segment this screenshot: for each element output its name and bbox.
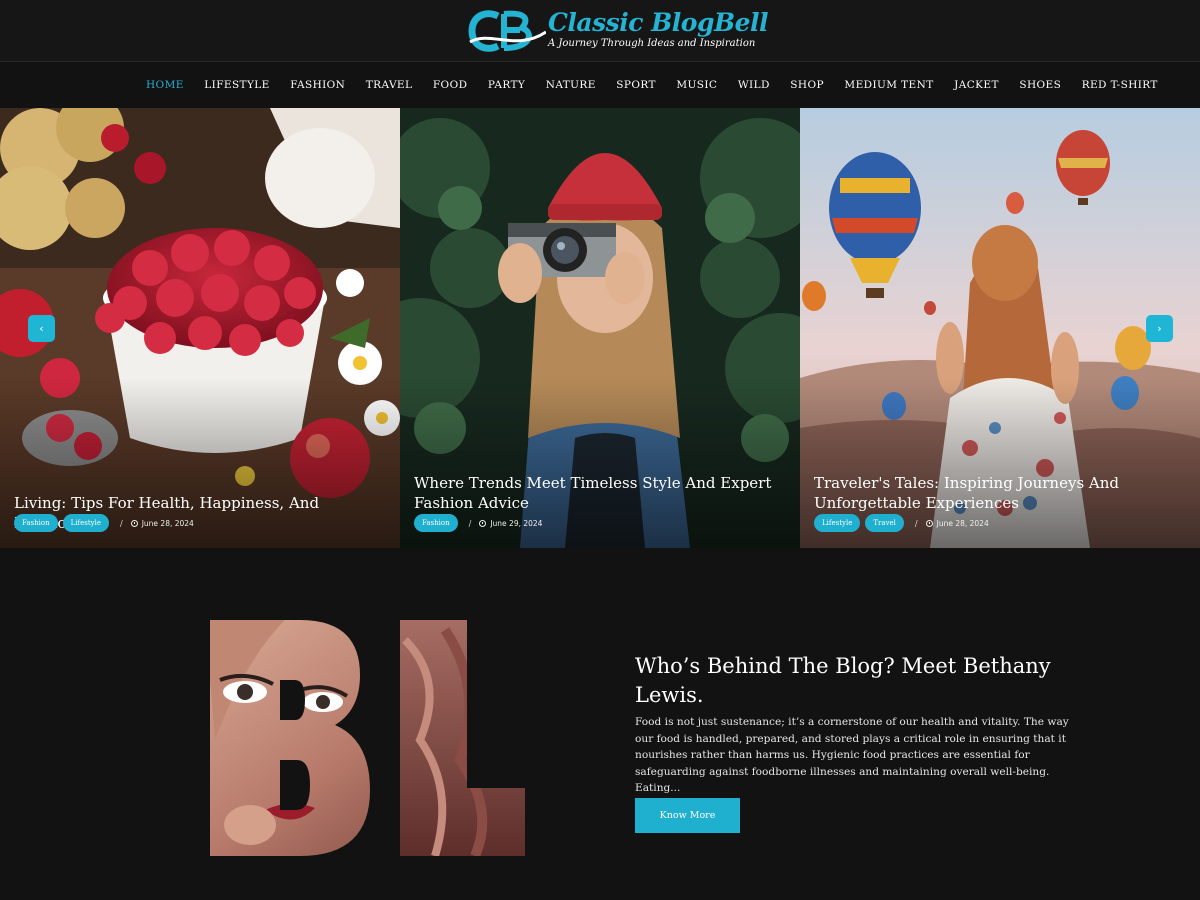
- slide-title[interactable]: Traveler's Tales: Inspiring Journeys And…: [814, 473, 1194, 513]
- nav-item-food[interactable]: FOOD: [433, 79, 468, 91]
- post-date: June 28, 2024: [925, 518, 989, 528]
- nav-item-fashion[interactable]: FASHION: [290, 79, 345, 91]
- nav-item-shoes[interactable]: SHOES: [1019, 79, 1061, 91]
- site-header: Classic BlogBell A Journey Through Ideas…: [0, 0, 1200, 62]
- slide-card[interactable]: Traveler's Tales: Inspiring Journeys And…: [800, 108, 1200, 548]
- slide-title[interactable]: Where Trends Meet Timeless Style And Exp…: [414, 473, 794, 513]
- about-title: Who’s Behind The Blog? Meet Bethany Lewi…: [635, 654, 1051, 707]
- category-tag[interactable]: Travel: [865, 514, 904, 532]
- clock-icon: [130, 519, 138, 527]
- slider-prev-button[interactable]: ‹: [28, 315, 55, 342]
- slide-meta: Lifestyle Travel / June 28, 2024: [814, 514, 989, 532]
- nav-item-medium-tent[interactable]: MEDIUM TENT: [844, 79, 933, 91]
- post-date-text: June 29, 2024: [490, 518, 543, 528]
- site-logo[interactable]: Classic BlogBell A Journey Through Ideas…: [468, 6, 768, 56]
- cb-monogram-logo-icon: [468, 10, 546, 52]
- site-title: Classic BlogBell: [548, 8, 768, 37]
- nav-item-shop[interactable]: SHOP: [790, 79, 824, 91]
- category-tag[interactable]: Fashion: [414, 514, 458, 532]
- category-tag[interactable]: Fashion: [14, 514, 58, 532]
- nav-item-sport[interactable]: SPORT: [616, 79, 656, 91]
- category-tag[interactable]: Lifestyle: [814, 514, 861, 532]
- post-date-text: June 28, 2024: [936, 518, 989, 528]
- main-navigation: HOME LIFESTYLE FASHION TRAVEL FOOD PARTY NATUR…: [0, 62, 1200, 108]
- chevron-left-icon: ‹: [39, 322, 44, 335]
- nav-item-travel[interactable]: TRAVEL: [366, 79, 413, 91]
- nav-item-party[interactable]: PARTY: [488, 79, 525, 91]
- nav-item-jacket[interactable]: JACKET: [954, 79, 999, 91]
- nav-item-red-t-shirt[interactable]: RED T-SHIRT: [1082, 79, 1158, 91]
- portrait-photo-fill: [210, 620, 525, 856]
- site-tagline: A Journey Through Ideas and Inspiration: [548, 38, 756, 49]
- slide-card[interactable]: Living: Tips For Health, Happiness, And …: [0, 108, 400, 548]
- meta-separator: /: [120, 518, 123, 528]
- about-section: Who’s Behind The Blog? Meet Bethany Lewi…: [0, 548, 1200, 900]
- post-date: June 29, 2024: [479, 519, 542, 528]
- nav-menu: HOME LIFESTYLE FASHION TRAVEL FOOD PARTY NATUR…: [146, 62, 1178, 108]
- nav-item-home[interactable]: HOME: [146, 79, 184, 91]
- slide-meta: Fashion / June 29, 2024: [414, 514, 542, 532]
- slider-next-button[interactable]: ›: [1146, 315, 1173, 342]
- featured-slider: Living: Tips For Health, Happiness, And …: [0, 108, 1200, 548]
- nav-item-music[interactable]: MUSIC: [676, 79, 717, 91]
- know-more-button[interactable]: Know More: [635, 798, 740, 833]
- nav-item-nature[interactable]: NATURE: [546, 79, 596, 91]
- clock-icon: [925, 519, 933, 527]
- slide-card[interactable]: Where Trends Meet Timeless Style And Exp…: [400, 108, 800, 548]
- category-tag[interactable]: Lifestyle: [62, 514, 109, 532]
- nav-item-wild[interactable]: WILD: [738, 79, 770, 91]
- clock-icon: [479, 519, 487, 527]
- chevron-right-icon: ›: [1157, 322, 1162, 335]
- post-date-text: June 28, 2024: [141, 518, 194, 528]
- meta-separator: /: [914, 518, 918, 528]
- meta-separator: /: [468, 518, 472, 528]
- about-text: Food is not just sustenance; it’s a corn…: [635, 716, 1069, 795]
- post-date: June 28, 2024: [130, 518, 194, 528]
- nav-item-lifestyle[interactable]: LIFESTYLE: [204, 79, 269, 91]
- slide-meta: Fashion Lifestyle / June 28, 2024: [14, 514, 194, 532]
- bl-portrait-letters-image: [210, 620, 525, 856]
